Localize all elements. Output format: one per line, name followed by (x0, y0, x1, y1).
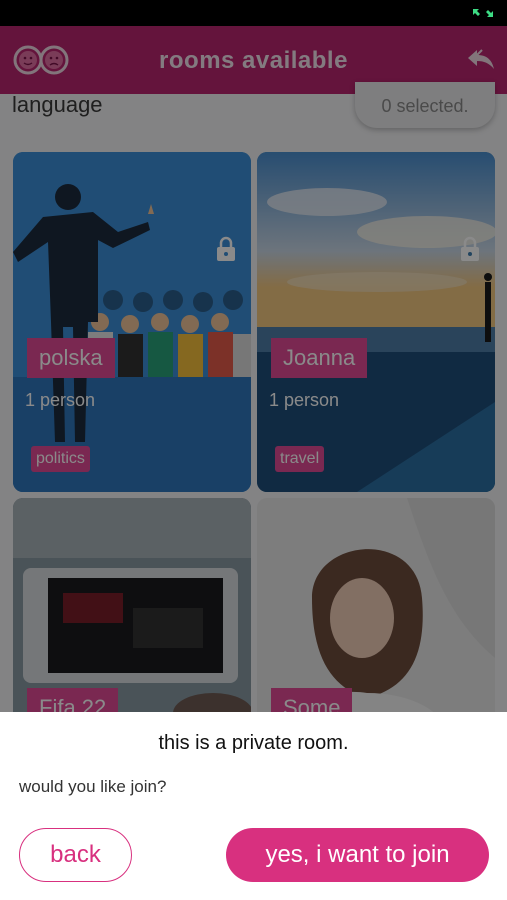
join-room-button[interactable]: yes, i want to join (226, 828, 489, 882)
status-bar (0, 0, 507, 26)
expand-arrows-icon (473, 9, 493, 17)
back-button[interactable]: back (19, 828, 132, 882)
dialog-message: would you like join? (19, 777, 167, 796)
dialog-title: this is a private room. (158, 732, 349, 754)
private-room-dialog: this is a private room. would you like j… (0, 712, 507, 900)
app-screen: rooms available language 0 selected. pol… (0, 26, 507, 900)
